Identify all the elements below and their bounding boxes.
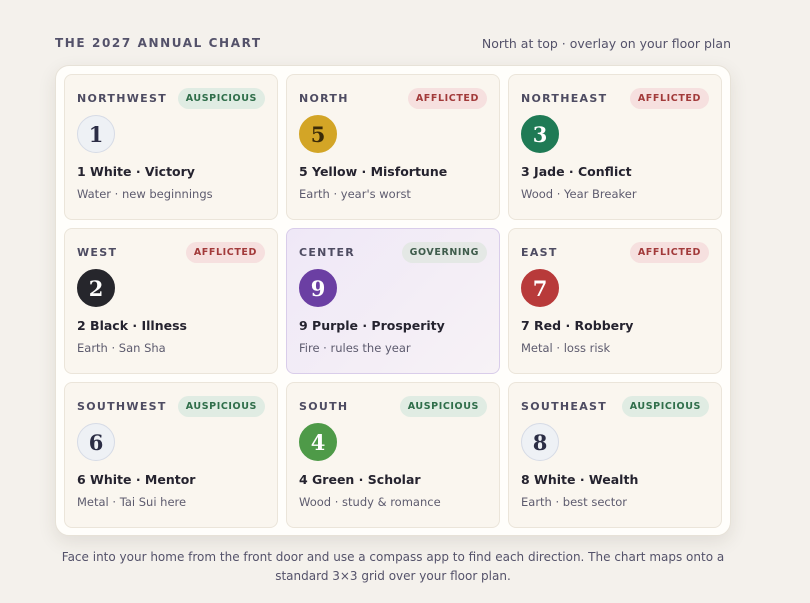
star-name: 9 Purple · Prosperity	[299, 318, 445, 333]
sector-direction: NORTHWEST	[77, 92, 168, 105]
sector-cell-southwest[interactable]: SOUTHWEST AUSPICIOUS 6 6 White · Mentor Meta…	[64, 382, 278, 528]
star-number-circle: 7	[521, 269, 559, 307]
status-badge: AUSPICIOUS	[177, 88, 265, 109]
sector-cell-east[interactable]: EAST AFFLICTED 7 7 Red · Robbery Metal · los…	[508, 228, 722, 374]
star-number-circle: 8	[521, 423, 559, 461]
star-number-circle: 5	[299, 115, 337, 153]
chart-subtitle: North at top · overlay on your floor pla…	[481, 35, 731, 51]
star-description: Metal · loss risk	[521, 341, 611, 355]
sector-cell-southeast[interactable]: SOUTHEAST AUSPICIOUS 8 8 White · Wealth Eart…	[508, 382, 722, 528]
sector-cell-north[interactable]: NORTH AFFLICTED 5 5 Yellow · Misfortune Eart…	[286, 74, 500, 220]
flying-star-grid: NORTHWEST AUSPICIOUS 1 1 White · Victory Wat…	[55, 65, 731, 536]
footer-line-1: Face into your home from the front door …	[61, 550, 725, 564]
star-name: 1 White · Victory	[77, 164, 195, 179]
star-number-circle: 1	[77, 115, 115, 153]
sector-direction: SOUTHEAST	[521, 400, 608, 413]
sector-direction: EAST	[521, 246, 558, 259]
status-badge: AFFLICTED	[185, 242, 265, 263]
star-name: 2 Black · Illness	[77, 318, 187, 333]
footer-line-2: standard 3×3 grid over your floor plan.	[275, 569, 511, 583]
star-description: Wood · study & romance	[299, 495, 441, 509]
footer-note: Face into your home from the front door …	[55, 548, 731, 586]
star-description: Wood · Year Breaker	[521, 187, 637, 201]
sector-direction: NORTH	[299, 92, 349, 105]
star-name: 3 Jade · Conflict	[521, 164, 632, 179]
star-name: 5 Yellow · Misfortune	[299, 164, 448, 179]
annual-chart-page: THE 2027 ANNUAL CHART North at top · ove…	[55, 32, 731, 583]
sector-direction: SOUTH	[299, 400, 349, 413]
star-description: Metal · Tai Sui here	[77, 495, 187, 509]
chart-header: THE 2027 ANNUAL CHART North at top · ove…	[55, 32, 731, 54]
status-badge: AUSPICIOUS	[399, 396, 487, 417]
star-name: 7 Red · Robbery	[521, 318, 634, 333]
star-name: 4 Green · Scholar	[299, 472, 421, 487]
star-number-circle: 6	[77, 423, 115, 461]
star-number-circle: 4	[299, 423, 337, 461]
status-badge: AUSPICIOUS	[621, 396, 709, 417]
sector-direction: SOUTHWEST	[77, 400, 167, 413]
star-description: Water · new beginnings	[77, 187, 213, 201]
status-badge: AFFLICTED	[629, 242, 709, 263]
sector-cell-south[interactable]: SOUTH AUSPICIOUS 4 4 Green · Scholar Wood · …	[286, 382, 500, 528]
star-description: Earth · best sector	[521, 495, 627, 509]
star-name: 8 White · Wealth	[521, 472, 639, 487]
sector-cell-center[interactable]: CENTER GOVERNING 9 9 Purple · Prosperity Fir…	[286, 228, 500, 374]
chart-title: THE 2027 ANNUAL CHART	[55, 36, 262, 50]
sector-cell-northeast[interactable]: NORTHEAST AFFLICTED 3 3 Jade · Conflict Wood…	[508, 74, 722, 220]
sector-direction: WEST	[77, 246, 118, 259]
star-number-circle: 2	[77, 269, 115, 307]
star-number-circle: 9	[299, 269, 337, 307]
status-badge: GOVERNING	[401, 242, 487, 263]
sector-cell-northwest[interactable]: NORTHWEST AUSPICIOUS 1 1 White · Victory Wat…	[64, 74, 278, 220]
star-description: Earth · San Sha	[77, 341, 166, 355]
status-badge: AFFLICTED	[629, 88, 709, 109]
star-name: 6 White · Mentor	[77, 472, 196, 487]
sector-direction: NORTHEAST	[521, 92, 608, 105]
sector-cell-west[interactable]: WEST AFFLICTED 2 2 Black · Illness Earth · S…	[64, 228, 278, 374]
star-description: Earth · year's worst	[299, 187, 411, 201]
star-description: Fire · rules the year	[299, 341, 411, 355]
star-number-circle: 3	[521, 115, 559, 153]
sector-direction: CENTER	[299, 246, 356, 259]
status-badge: AFFLICTED	[407, 88, 487, 109]
status-badge: AUSPICIOUS	[177, 396, 265, 417]
